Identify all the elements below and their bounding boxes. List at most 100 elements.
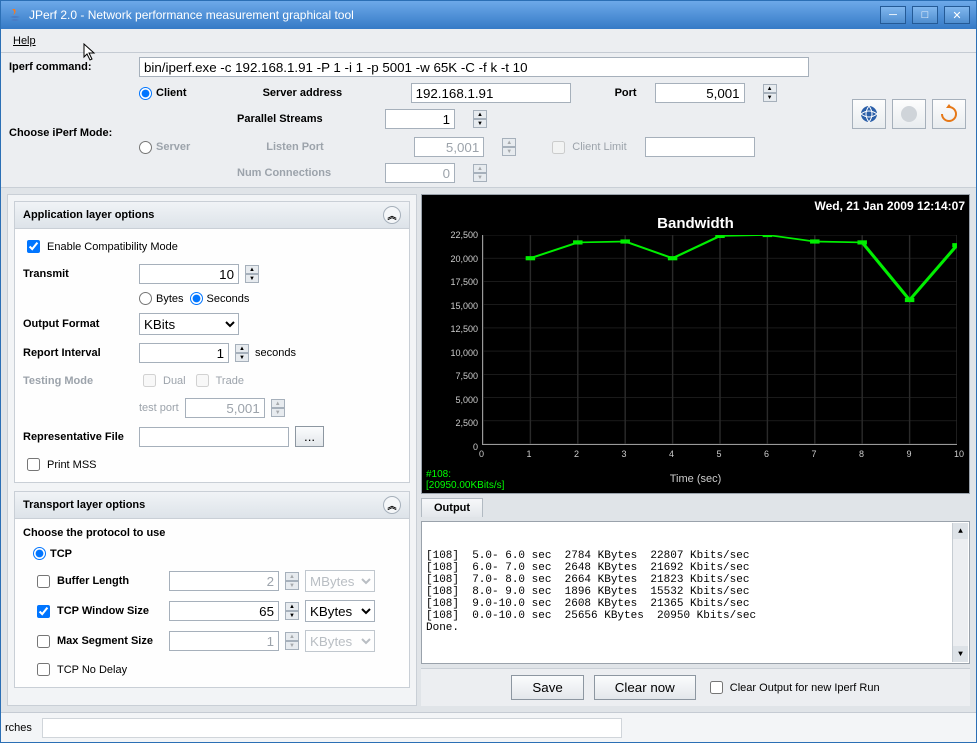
collapse-icon[interactable]: ︽ <box>383 206 401 224</box>
output-scrollbar[interactable]: ▲ ▼ <box>952 523 968 662</box>
server-address-input[interactable] <box>411 83 571 103</box>
transmit-spinner[interactable]: ▲▼ <box>245 265 259 283</box>
chart-plot-area <box>482 235 957 445</box>
refresh-icon <box>939 104 959 124</box>
y-tick: 17,500 <box>438 277 478 287</box>
tcp-no-delay-check[interactable]: TCP No Delay <box>33 660 401 679</box>
mode-client-radio[interactable]: Client <box>139 87 187 100</box>
port-label: Port <box>615 87 637 99</box>
y-tick: 20,000 <box>438 254 478 264</box>
choose-mode-label: Choose iPerf Mode: <box>9 127 139 139</box>
port-input[interactable] <box>655 83 745 103</box>
close-button[interactable]: ✕ <box>944 6 970 24</box>
stop-icon <box>900 105 918 123</box>
choose-proto-label: Choose the protocol to use <box>23 527 401 539</box>
x-tick: 2 <box>574 449 579 459</box>
report-interval-spinner[interactable]: ▲▼ <box>235 344 249 362</box>
num-connections-input <box>385 163 455 183</box>
iperf-command-label: Iperf command: <box>9 61 139 73</box>
tcp-window-input[interactable] <box>169 601 279 621</box>
parallel-streams-input[interactable] <box>385 109 455 129</box>
scroll-up-icon[interactable]: ▲ <box>953 523 968 539</box>
collapse-icon[interactable]: ︽ <box>383 496 401 514</box>
x-tick: 10 <box>954 449 964 459</box>
buffer-length-input <box>169 571 279 591</box>
output-tab[interactable]: Output <box>421 498 483 517</box>
stop-button[interactable] <box>892 99 926 129</box>
report-interval-label: Report Interval <box>23 347 133 359</box>
transport-title: Transport layer options <box>23 499 145 511</box>
chart-legend1: #108: <box>426 469 504 480</box>
output-line: [108] 6.0- 7.0 sec 2648 KBytes 21692 Kbi… <box>426 562 965 574</box>
y-tick: 0 <box>438 442 478 452</box>
port-spinner[interactable]: ▲▼ <box>763 84 777 102</box>
buffer-length-check[interactable]: Buffer Length <box>33 572 163 591</box>
test-port-spinner: ▲▼ <box>271 399 285 417</box>
maximize-button[interactable]: □ <box>912 6 938 24</box>
app-layer-title: Application layer options <box>23 209 154 221</box>
buffer-spinner: ▲▼ <box>285 572 299 590</box>
client-limit-check: Client Limit <box>548 138 626 157</box>
clear-now-button[interactable]: Clear now <box>594 675 696 700</box>
run-button[interactable] <box>852 99 886 129</box>
transmit-bytes-radio[interactable]: Bytes <box>139 292 184 305</box>
right-panel: Wed, 21 Jan 2009 12:14:07 Bandwidth Time… <box>421 194 970 706</box>
tcp-window-spinner[interactable]: ▲▼ <box>285 602 299 620</box>
clear-on-run-check[interactable]: Clear Output for new Iperf Run <box>706 678 880 697</box>
max-segment-check[interactable]: Max Segment Size <box>33 632 163 651</box>
tcp-radio[interactable]: TCP <box>33 547 401 560</box>
refresh-button[interactable] <box>932 99 966 129</box>
iperf-command-input[interactable] <box>139 57 809 77</box>
output-line: [108] 9.0-10.0 sec 2608 KBytes 21365 Kbi… <box>426 598 965 610</box>
y-tick: 12,500 <box>438 324 478 334</box>
menubar: Help <box>1 29 976 53</box>
output-line: [108] 0.0-10.0 sec 25656 KBytes 20950 Kb… <box>426 610 965 622</box>
save-button[interactable]: Save <box>511 675 583 700</box>
transmit-seconds-radio[interactable]: Seconds <box>190 292 250 305</box>
output-line: [108] 7.0- 8.0 sec 2664 KBytes 21823 Kbi… <box>426 574 965 586</box>
chart-timestamp: Wed, 21 Jan 2009 12:14:07 <box>426 199 965 213</box>
parallel-spinner[interactable]: ▲▼ <box>473 110 487 128</box>
parallel-streams-label: Parallel Streams <box>237 113 367 125</box>
print-mss-check[interactable]: Print MSS <box>23 455 401 474</box>
status-strip: rches <box>1 712 976 742</box>
numconn-spinner: ▲▼ <box>473 164 487 182</box>
listen-port-label: Listen Port <box>266 141 396 153</box>
minimize-button[interactable]: ─ <box>880 6 906 24</box>
y-tick: 2,500 <box>438 418 478 428</box>
scroll-down-icon[interactable]: ▼ <box>953 646 968 662</box>
report-interval-input[interactable] <box>139 343 229 363</box>
x-tick: 8 <box>859 449 864 459</box>
tcp-window-unit-select[interactable]: KBytes <box>305 600 375 622</box>
buffer-unit-select: MBytes <box>305 570 375 592</box>
output-format-select[interactable]: KBits <box>139 313 239 335</box>
x-tick: 9 <box>907 449 912 459</box>
output-text[interactable]: [108] 5.0- 6.0 sec 2784 KBytes 22807 Kbi… <box>421 521 970 664</box>
output-line: [108] 8.0- 9.0 sec 1896 KBytes 15532 Kbi… <box>426 586 965 598</box>
y-tick: 5,000 <box>438 395 478 405</box>
testing-mode-label: Testing Mode <box>23 375 133 387</box>
tcp-window-check[interactable]: TCP Window Size <box>33 602 163 621</box>
java-icon <box>7 7 23 23</box>
x-tick: 6 <box>764 449 769 459</box>
listen-spinner: ▲▼ <box>502 138 516 156</box>
config-area: Iperf command: Choose iPerf Mode: Client… <box>1 53 976 188</box>
enable-compat-check[interactable]: Enable Compatibility Mode <box>23 237 401 256</box>
y-tick: 15,000 <box>438 301 478 311</box>
transmit-input[interactable] <box>139 264 239 284</box>
x-tick: 1 <box>527 449 532 459</box>
browse-button[interactable]: ... <box>295 426 324 447</box>
menu-help[interactable]: Help <box>7 33 42 49</box>
transport-layer-box: Transport layer options ︽ Choose the pro… <box>14 491 410 688</box>
y-tick: 22,500 <box>438 230 478 240</box>
max-segment-unit-select: KBytes <box>305 630 375 652</box>
rep-file-input[interactable] <box>139 427 289 447</box>
y-tick: 7,500 <box>438 371 478 381</box>
chart-xlabel: Time (sec) <box>670 473 722 485</box>
rep-file-label: Representative File <box>23 431 133 443</box>
titlebar: JPerf 2.0 - Network performance measurem… <box>1 1 976 29</box>
mode-server-radio[interactable]: Server <box>139 141 190 154</box>
server-address-label: Server address <box>263 87 393 99</box>
chart-legend2: [20950.00KBits/s] <box>426 480 504 491</box>
test-port-label: test port <box>139 402 179 414</box>
